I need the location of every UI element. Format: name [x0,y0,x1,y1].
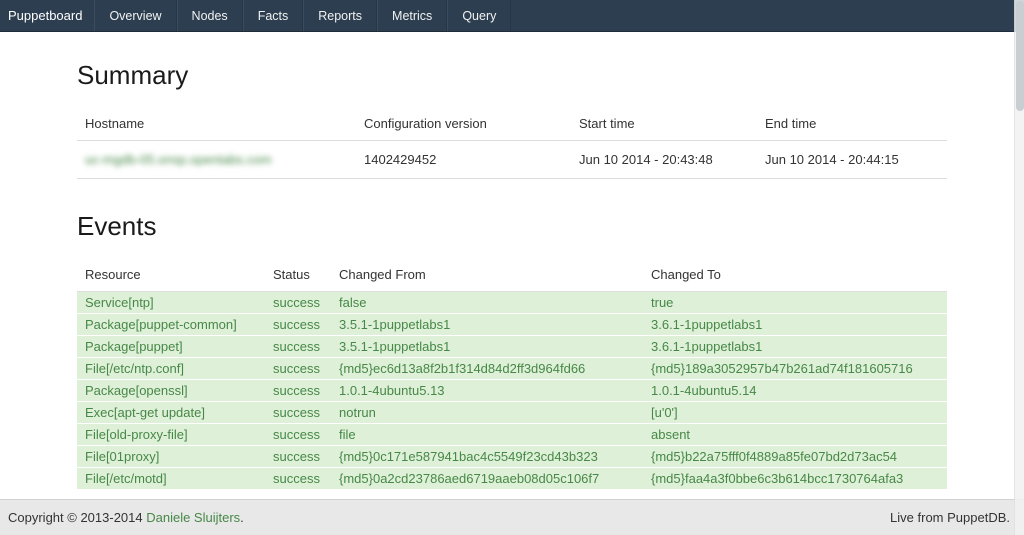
event-changed-from: notrun [331,402,643,424]
event-status: success [265,468,331,490]
event-resource: File[old-proxy-file] [77,424,265,446]
column-changed-to: Changed To [643,258,947,292]
event-resource: Package[puppet] [77,336,265,358]
table-row: Service[ntp] success false true [77,292,947,314]
event-changed-to: 1.0.1-4ubuntu5.14 [643,380,947,402]
live-status: Live from PuppetDB. [890,510,1010,525]
column-resource: Resource [77,258,265,292]
column-hostname: Hostname [77,107,356,141]
event-changed-from: file [331,424,643,446]
event-changed-from: {md5}0c171e587941bac4c5549f23cd43b323 [331,446,643,468]
table-row: File[old-proxy-file] success file absent [77,424,947,446]
nav-item-nodes[interactable]: Nodes [177,0,243,31]
summary-title: Summary [77,60,947,91]
events-title: Events [77,211,947,242]
copyright-text: Copyright © 2013-2014 [8,510,146,525]
hostname-link[interactable]: uc-mgdb-05.onsp.opentabs.com [85,152,271,167]
summary-header-row: Hostname Configuration version Start tim… [77,107,947,141]
event-changed-to: true [643,292,947,314]
event-changed-to: {md5}b22a75fff0f4889a85fe07bd2d73ac54 [643,446,947,468]
table-row: File[/etc/motd] success {md5}0a2cd23786a… [77,468,947,490]
table-row: Package[puppet-common] success 3.5.1-1pu… [77,314,947,336]
event-changed-to: 3.6.1-1puppetlabs1 [643,336,947,358]
event-status: success [265,424,331,446]
start-time-cell: Jun 10 2014 - 20:43:48 [571,141,757,179]
event-changed-from: {md5}0a2cd23786aed6719aaeb08d05c106f7 [331,468,643,490]
event-status: success [265,402,331,424]
event-status: success [265,314,331,336]
event-resource: File[/etc/motd] [77,468,265,490]
footer: Copyright © 2013-2014 Daniele Sluijters.… [0,499,1024,535]
nav-item-query[interactable]: Query [447,0,511,31]
event-status: success [265,292,331,314]
hostname-cell: uc-mgdb-05.onsp.opentabs.com [77,141,356,179]
table-row: Package[puppet] success 3.5.1-1puppetlab… [77,336,947,358]
event-changed-to: {md5}189a3052957b47b261ad74f181605716 [643,358,947,380]
end-time-cell: Jun 10 2014 - 20:44:15 [757,141,947,179]
nav-item-metrics[interactable]: Metrics [377,0,447,31]
event-changed-to: absent [643,424,947,446]
scrollbar-thumb[interactable] [1016,1,1024,111]
event-resource: File[/etc/ntp.conf] [77,358,265,380]
column-start-time: Start time [571,107,757,141]
event-status: success [265,336,331,358]
events-table: Resource Status Changed From Changed To … [77,258,947,490]
table-row: Exec[apt-get update] success notrun [u'0… [77,402,947,424]
author-link[interactable]: Daniele Sluijters [146,510,240,525]
config-version-cell: 1402429452 [356,141,571,179]
table-row: File[01proxy] success {md5}0c171e587941b… [77,446,947,468]
copyright-suffix: . [240,510,244,525]
column-end-time: End time [757,107,947,141]
column-config-version: Configuration version [356,107,571,141]
event-resource: Package[puppet-common] [77,314,265,336]
events-header-row: Resource Status Changed From Changed To [77,258,947,292]
event-changed-to: 3.6.1-1puppetlabs1 [643,314,947,336]
top-nav: Puppetboard Overview Nodes Facts Reports… [0,0,1024,32]
event-resource: Exec[apt-get update] [77,402,265,424]
main-content: Summary Hostname Configuration version S… [0,32,1024,499]
nav-item-facts[interactable]: Facts [243,0,304,31]
event-status: success [265,446,331,468]
table-row: File[/etc/ntp.conf] success {md5}ec6d13a… [77,358,947,380]
event-changed-to: {md5}faa4a3f0bbe6c3b614bcc1730764afa3 [643,468,947,490]
column-changed-from: Changed From [331,258,643,292]
nav-item-reports[interactable]: Reports [303,0,377,31]
event-changed-to: [u'0'] [643,402,947,424]
event-changed-from: false [331,292,643,314]
event-changed-from: 1.0.1-4ubuntu5.13 [331,380,643,402]
event-changed-from: 3.5.1-1puppetlabs1 [331,314,643,336]
nav-item-overview[interactable]: Overview [94,0,176,31]
summary-row: uc-mgdb-05.onsp.opentabs.com 1402429452 … [77,141,947,179]
event-status: success [265,380,331,402]
column-status: Status [265,258,331,292]
event-resource: File[01proxy] [77,446,265,468]
scrollbar[interactable] [1014,0,1024,535]
event-changed-from: 3.5.1-1puppetlabs1 [331,336,643,358]
brand-puppetboard[interactable]: Puppetboard [0,0,94,31]
event-resource: Package[openssl] [77,380,265,402]
event-resource: Service[ntp] [77,292,265,314]
event-changed-from: {md5}ec6d13a8f2b1f314d84d2ff3d964fd66 [331,358,643,380]
summary-table: Hostname Configuration version Start tim… [77,107,947,179]
event-status: success [265,358,331,380]
copyright: Copyright © 2013-2014 Daniele Sluijters. [8,510,244,525]
table-row: Package[openssl] success 1.0.1-4ubuntu5.… [77,380,947,402]
